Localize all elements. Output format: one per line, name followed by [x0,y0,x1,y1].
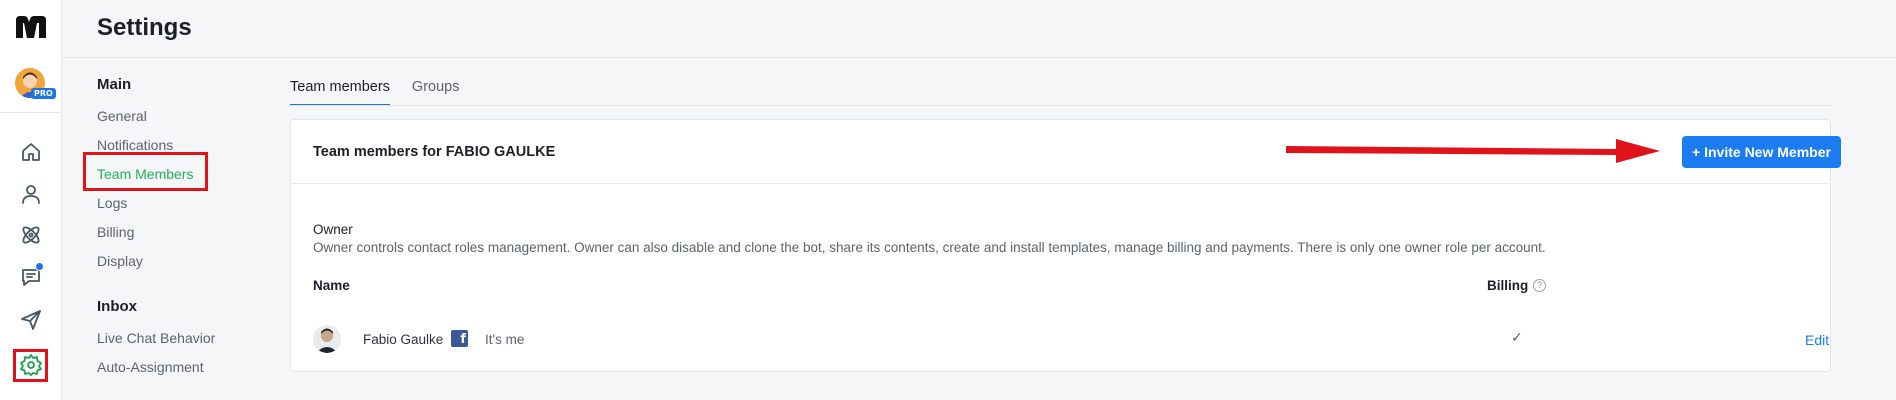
member-name: Fabio Gaulke [363,332,444,347]
annotation-box-settings [13,349,48,382]
help-icon[interactable]: ? [1533,279,1547,292]
subnav-item-logs[interactable]: Logs [97,189,267,218]
account-avatar[interactable]: PRO [15,68,56,100]
edit-member-link[interactable]: Edit [1805,332,1829,348]
user-icon[interactable] [19,182,43,206]
subnav-item-live-chat-behavior[interactable]: Live Chat Behavior [97,324,267,353]
facebook-icon: f [451,330,468,347]
icon-rail: PRO [0,0,62,400]
billing-label: Billing [1487,278,1529,293]
card-divider [291,183,1830,184]
column-header-name: Name [313,278,350,293]
invite-new-member-button[interactable]: + Invite New Member [1682,136,1841,168]
column-header-billing: Billing ? [1487,278,1547,293]
table-row: Fabio Gaulke f It's me ✓ Edit [313,325,1829,357]
tab-bar: Team members Groups [290,72,459,106]
pro-badge: PRO [31,88,56,99]
page-title: Settings [97,14,192,41]
subnav-section-inbox: Inbox [97,298,137,315]
billing-check-icon: ✓ [1511,329,1523,345]
send-icon[interactable] [19,308,43,332]
home-icon[interactable] [19,140,43,164]
card-title: Team members for FABIO GAULKE [313,144,556,160]
subnav-section-main: Main [97,76,132,93]
atom-icon[interactable] [19,223,43,247]
manychat-logo[interactable] [14,14,48,40]
role-description: Owner controls contact roles management.… [313,240,1546,255]
header-divider [62,57,1896,58]
settings-subnav: Main General Notifications Team Members … [97,76,267,382]
subnav-item-general[interactable]: General [97,102,267,131]
subnav-item-billing[interactable]: Billing [97,218,267,247]
rail-divider [0,112,62,113]
subnav-item-auto-assignment[interactable]: Auto-Assignment [97,353,267,382]
member-avatar [313,325,341,353]
annotation-box-team-members [83,152,208,191]
annotation-arrow [1286,139,1660,163]
its-me-label: It's me [485,332,525,347]
role-title: Owner [313,222,353,237]
tabs-divider [290,105,1831,106]
tab-groups[interactable]: Groups [412,72,460,106]
tab-team-members[interactable]: Team members [290,72,390,106]
chat-icon[interactable] [19,262,44,289]
notification-dot [35,262,44,271]
subnav-item-display[interactable]: Display [97,247,267,276]
